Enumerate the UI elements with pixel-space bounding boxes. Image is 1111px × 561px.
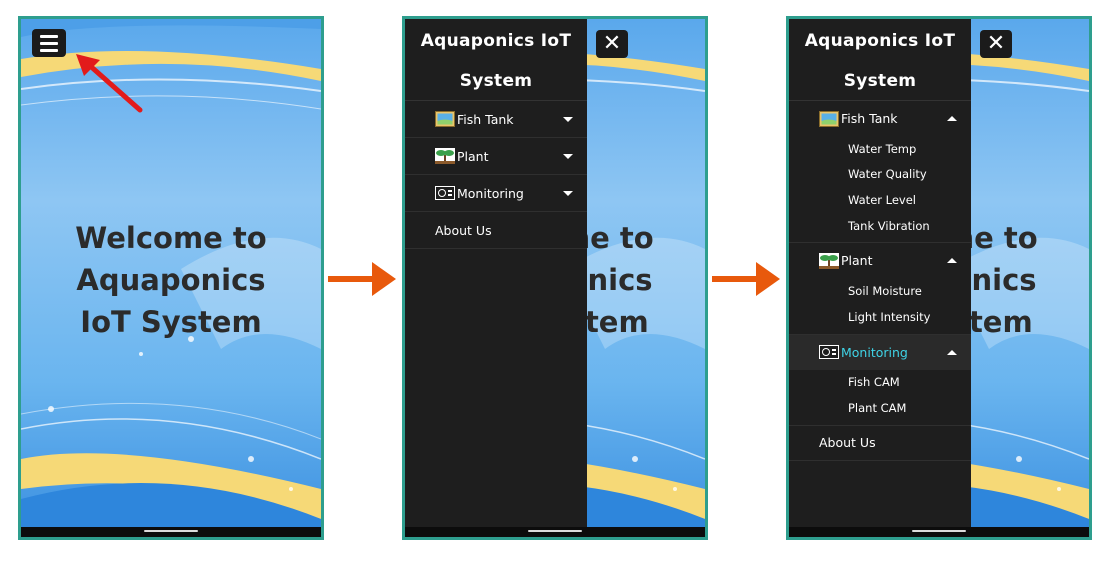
fish-tank-group: Fish Tank Water Temp Water Quality Water… (789, 101, 971, 244)
submenu-water-level[interactable]: Water Level (789, 187, 971, 213)
menu-item-about-us[interactable]: About Us (405, 212, 587, 249)
menu-item-plant[interactable]: Plant (789, 243, 971, 278)
chevron-up-icon (947, 116, 957, 121)
home-indicator-bar (21, 527, 321, 537)
expanded-drawer-phone: Welcome to Aquaponics IoT System Aquapon… (786, 16, 1092, 540)
chevron-down-icon (563, 117, 573, 122)
menu-item-monitoring[interactable]: Monitoring (789, 334, 971, 370)
hamburger-menu-button[interactable] (32, 29, 66, 57)
close-drawer-button[interactable]: ✕ (980, 30, 1012, 58)
submenu-light-intensity[interactable]: Light Intensity (789, 304, 971, 330)
drawer-title: Aquaponics IoT System (405, 19, 587, 101)
plant-group: Plant Soil Moisture Light Intensity (789, 243, 971, 335)
fish-tank-image-icon (819, 110, 839, 127)
side-drawer: Aquaponics IoT System Fish Tank Plant Mo… (405, 19, 587, 537)
home-indicator-bar (789, 527, 1089, 537)
submenu-plant-cam[interactable]: Plant CAM (789, 395, 971, 421)
drawer-title: Aquaponics IoT System (789, 19, 971, 101)
menu-item-plant[interactable]: Plant (405, 138, 587, 175)
drawer-screen-phone: Welcome to Aquaponics IoT System Aquapon… (402, 16, 708, 540)
plant-sprout-icon (435, 148, 455, 164)
pointer-arrow-icon (76, 54, 143, 113)
side-drawer: Aquaponics IoT System Fish Tank Water Te… (789, 19, 971, 537)
close-x-icon: ✕ (986, 31, 1006, 56)
right-arrow-icon (712, 262, 780, 296)
welcome-heading: Welcome to Aquaponics IoT System (75, 221, 267, 339)
chevron-up-icon (947, 349, 957, 355)
menu-item-fish-tank[interactable]: Fish Tank (789, 101, 971, 136)
menu-item-about-us[interactable]: About Us (789, 426, 971, 461)
home-screen-phone: Welcome to Aquaponics IoT System (18, 16, 324, 540)
hamburger-icon (40, 34, 58, 38)
camera-monitor-icon (435, 186, 455, 200)
camera-monitor-icon (819, 345, 839, 360)
submenu-tank-vibration[interactable]: Tank Vibration (789, 213, 971, 239)
menu-item-monitoring[interactable]: Monitoring (405, 175, 587, 212)
submenu-water-quality[interactable]: Water Quality (789, 162, 971, 188)
submenu-fish-cam[interactable]: Fish CAM (789, 370, 971, 396)
chevron-down-icon (563, 154, 573, 159)
fish-tank-image-icon (435, 111, 455, 127)
menu-item-fish-tank[interactable]: Fish Tank (405, 101, 587, 138)
chevron-down-icon (563, 191, 573, 196)
close-drawer-button[interactable]: ✕ (596, 30, 628, 58)
submenu-water-temp[interactable]: Water Temp (789, 136, 971, 162)
chevron-up-icon (947, 258, 957, 264)
right-arrow-icon (328, 262, 396, 296)
home-indicator-bar (405, 527, 705, 537)
submenu-soil-moisture[interactable]: Soil Moisture (789, 278, 971, 304)
plant-sprout-icon (819, 252, 839, 269)
close-x-icon: ✕ (602, 31, 622, 56)
monitoring-group: Monitoring Fish CAM Plant CAM (789, 334, 971, 426)
